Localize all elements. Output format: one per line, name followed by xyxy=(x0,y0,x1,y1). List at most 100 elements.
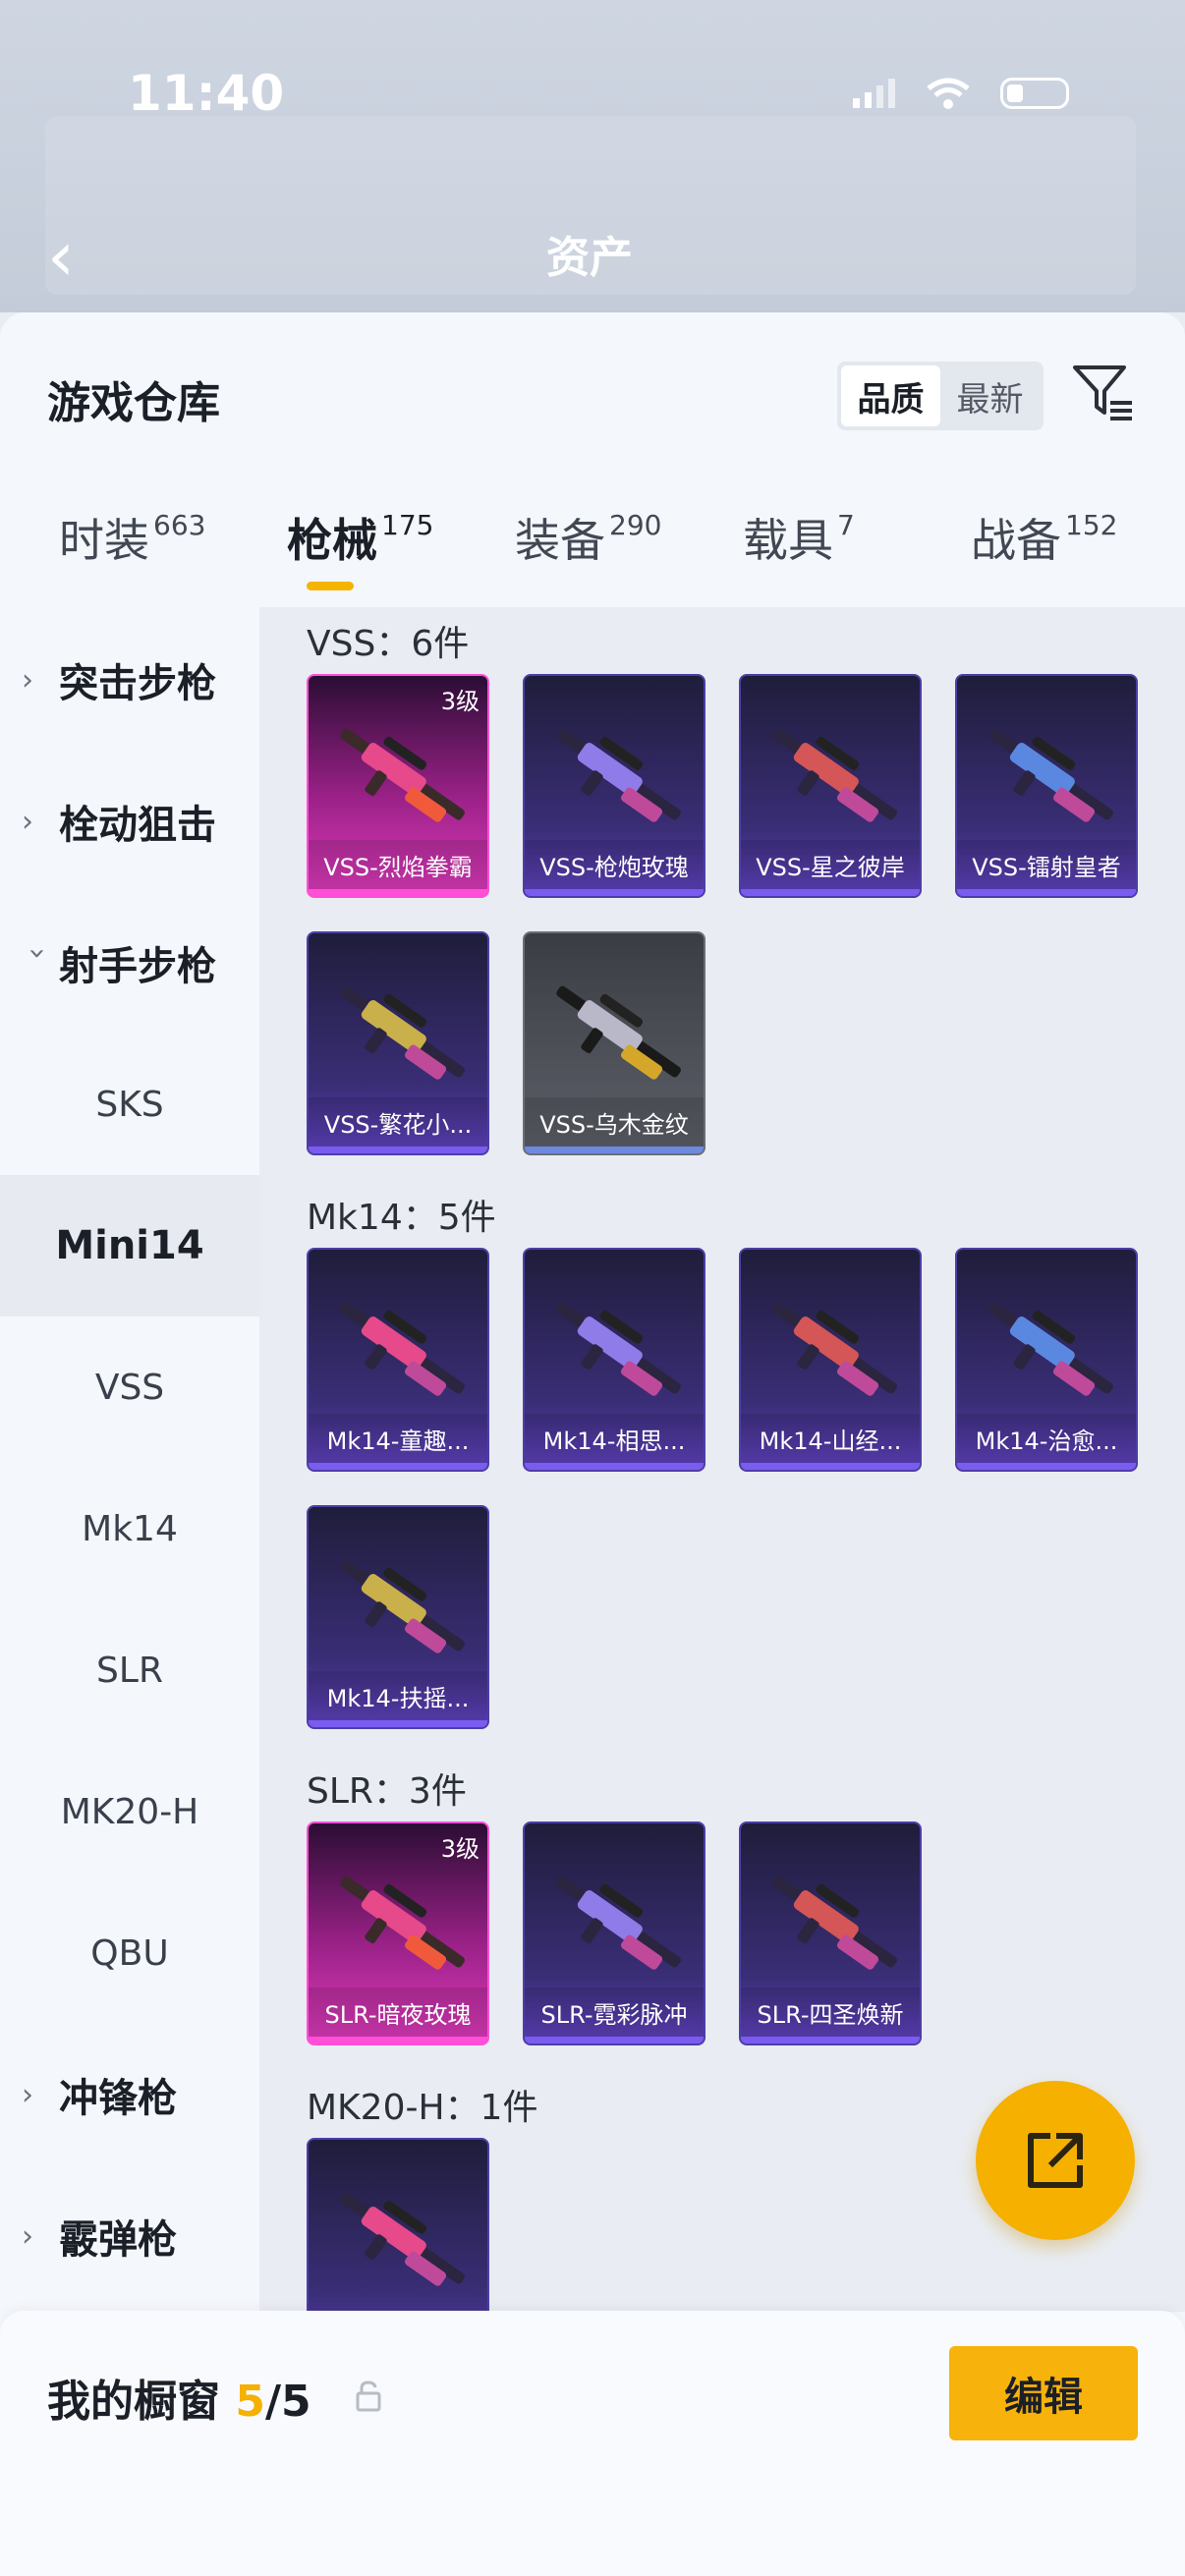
share-icon xyxy=(1028,2133,1083,2188)
sidebar-item-mk20h[interactable]: MK20-H xyxy=(0,1741,259,1882)
chevron-right-icon: › xyxy=(22,662,33,698)
sort-quality-option[interactable]: 品质 xyxy=(841,365,940,426)
weapon-skin-image xyxy=(556,1302,681,1396)
weapon-skin-card[interactable]: Mk14-山经... xyxy=(739,1248,922,1472)
weapon-skin-card[interactable]: Mk14-扶摇... xyxy=(307,1505,489,1729)
tab-label: 载具 xyxy=(743,514,833,567)
edit-button[interactable]: 编辑 xyxy=(949,2346,1138,2440)
rarity-bar xyxy=(309,1463,487,1470)
skin-level-badge: 3级 xyxy=(440,1835,480,1863)
weapon-skin-card[interactable]: Mk14-治愈... xyxy=(955,1248,1138,1472)
battery-icon xyxy=(1000,78,1069,109)
weapon-skin-image xyxy=(772,1302,897,1396)
weapon-skin-image xyxy=(772,1876,897,1970)
weapon-skin-image xyxy=(772,728,897,822)
skin-level-badge: 3级 xyxy=(440,688,480,715)
rarity-bar xyxy=(525,1463,704,1470)
skin-name: Mk14-扶摇... xyxy=(309,1671,487,1720)
tab-guns[interactable]: 枪械 175 xyxy=(287,505,433,603)
weapon-skin-image xyxy=(340,985,465,1080)
tab-count: 663 xyxy=(153,509,206,541)
group-title-mk14: Mk14：5件 xyxy=(307,1198,496,1238)
background-page: 11:40 ‹ 资产 xyxy=(0,0,1185,312)
sidebar-item-marksman-rifle[interactable]: › 射手步枪 xyxy=(0,892,259,1034)
sidebar-item-bolt-sniper[interactable]: › 栓动狙击 xyxy=(0,751,259,892)
weapon-skin-image xyxy=(340,728,465,822)
sidebar-item-shotgun[interactable]: › 霰弹枪 xyxy=(0,2165,259,2307)
skin-name: VSS-繁花小... xyxy=(309,1097,487,1147)
sidebar-item-qbu[interactable]: QBU xyxy=(0,1882,259,2024)
skin-name: VSS-烈焰拳霸 xyxy=(309,840,487,889)
weapon-skin-image xyxy=(340,1302,465,1396)
sidebar-item-label: MK20-H xyxy=(60,1791,199,1832)
sidebar-item-vss[interactable]: VSS xyxy=(0,1316,259,1458)
tab-supplies[interactable]: 战备 152 xyxy=(971,505,1117,603)
skin-name: VSS-镭射皇者 xyxy=(957,840,1136,889)
group-title-mk20h: MK20-H：1件 xyxy=(307,2088,538,2128)
weapon-skin-card[interactable]: VSS-乌木金纹 xyxy=(523,931,705,1155)
tab-count: 175 xyxy=(381,509,434,541)
sidebar-item-label: VSS xyxy=(94,1367,165,1408)
weapon-skin-card[interactable]: 3级 VSS-烈焰拳霸 xyxy=(307,674,489,898)
background-page-title: 资产 xyxy=(546,233,633,283)
sidebar-item-assault-rifle[interactable]: › 突击步枪 xyxy=(0,609,259,751)
rarity-bar xyxy=(309,889,487,896)
group-title-vss: VSS：6件 xyxy=(307,624,470,664)
rarity-bar xyxy=(525,2037,704,2044)
weapon-skin-card[interactable]: VSS-繁花小... xyxy=(307,931,489,1155)
chevron-down-icon: › xyxy=(20,947,55,959)
active-tab-indicator xyxy=(307,582,354,590)
sidebar-item-label: 射手步枪 xyxy=(59,944,216,989)
sidebar-item-label: QBU xyxy=(90,1932,169,1974)
unlock-icon xyxy=(356,2380,381,2412)
weapon-skin-image xyxy=(340,2192,465,2286)
signal-icon xyxy=(853,79,895,108)
weapon-skin-image xyxy=(556,985,681,1080)
weapon-skin-card[interactable]: SLR-四圣焕新 xyxy=(739,1821,922,2045)
weapon-skin-card[interactable]: 3级 SLR-暗夜玫瑰 xyxy=(307,1821,489,2045)
sidebar-item-mk14[interactable]: Mk14 xyxy=(0,1458,259,1599)
showcase-separator: / xyxy=(264,2377,282,2427)
sidebar-item-label: Mk14 xyxy=(82,1508,178,1549)
weapon-skin-card[interactable]: Mk14-相思... xyxy=(523,1248,705,1472)
sidebar-item-slr[interactable]: SLR xyxy=(0,1599,259,1741)
weapon-skin-card[interactable]: VSS-枪炮玫瑰 xyxy=(523,674,705,898)
tab-equipment[interactable]: 装备 290 xyxy=(515,505,661,603)
share-button[interactable] xyxy=(976,2081,1135,2240)
sidebar-item-label: 栓动狙击 xyxy=(59,803,216,848)
showcase-bar: 我的橱窗 5/5 编辑 xyxy=(0,2311,1185,2576)
skin-name: VSS-乌木金纹 xyxy=(525,1097,704,1147)
tab-label: 枪械 xyxy=(287,514,377,567)
weapon-skin-card[interactable] xyxy=(307,2138,489,2312)
tab-fashion[interactable]: 时装 663 xyxy=(59,505,205,603)
sidebar-item-label: 霰弹枪 xyxy=(59,2217,177,2263)
group-title-slr: SLR：3件 xyxy=(307,1771,467,1812)
showcase-total-count: 5 xyxy=(281,2377,311,2427)
sidebar-item-smg[interactable]: › 冲锋枪 xyxy=(0,2024,259,2165)
sidebar-item-mini14[interactable]: Mini14 xyxy=(0,1175,259,1316)
skin-name: SLR-四圣焕新 xyxy=(741,1988,920,2037)
tab-count: 290 xyxy=(609,509,662,541)
filter-icon[interactable] xyxy=(1071,360,1136,424)
skin-name: Mk14-童趣... xyxy=(309,1414,487,1463)
rarity-bar xyxy=(525,889,704,896)
tab-label: 战备 xyxy=(971,514,1061,567)
skin-name: Mk14-山经... xyxy=(741,1414,920,1463)
tab-vehicles[interactable]: 载具 7 xyxy=(743,505,855,603)
weapon-skin-card[interactable]: Mk14-童趣... xyxy=(307,1248,489,1472)
sheet-title: 游戏仓库 xyxy=(47,378,220,428)
showcase-current-count: 5 xyxy=(235,2377,265,2427)
sidebar-item-label: SLR xyxy=(96,1650,163,1691)
weapon-skin-card[interactable]: VSS-星之彼岸 xyxy=(739,674,922,898)
tab-count: 7 xyxy=(837,509,855,541)
sort-toggle: 品质 最新 xyxy=(837,362,1044,430)
weapon-skin-card[interactable]: VSS-镭射皇者 xyxy=(955,674,1138,898)
sidebar-item-sks[interactable]: SKS xyxy=(0,1034,259,1175)
rarity-bar xyxy=(525,1147,704,1153)
back-icon[interactable]: ‹ xyxy=(47,216,75,297)
rarity-bar xyxy=(957,1463,1136,1470)
weapon-skin-card[interactable]: SLR-霓彩脉冲 xyxy=(523,1821,705,2045)
sidebar-item-label: SKS xyxy=(95,1084,164,1125)
sort-latest-option[interactable]: 最新 xyxy=(940,365,1040,426)
sheet-header: 游戏仓库 品质 最新 时装 663 枪械 175 装备 290 载具 7 战备 … xyxy=(0,312,1185,607)
